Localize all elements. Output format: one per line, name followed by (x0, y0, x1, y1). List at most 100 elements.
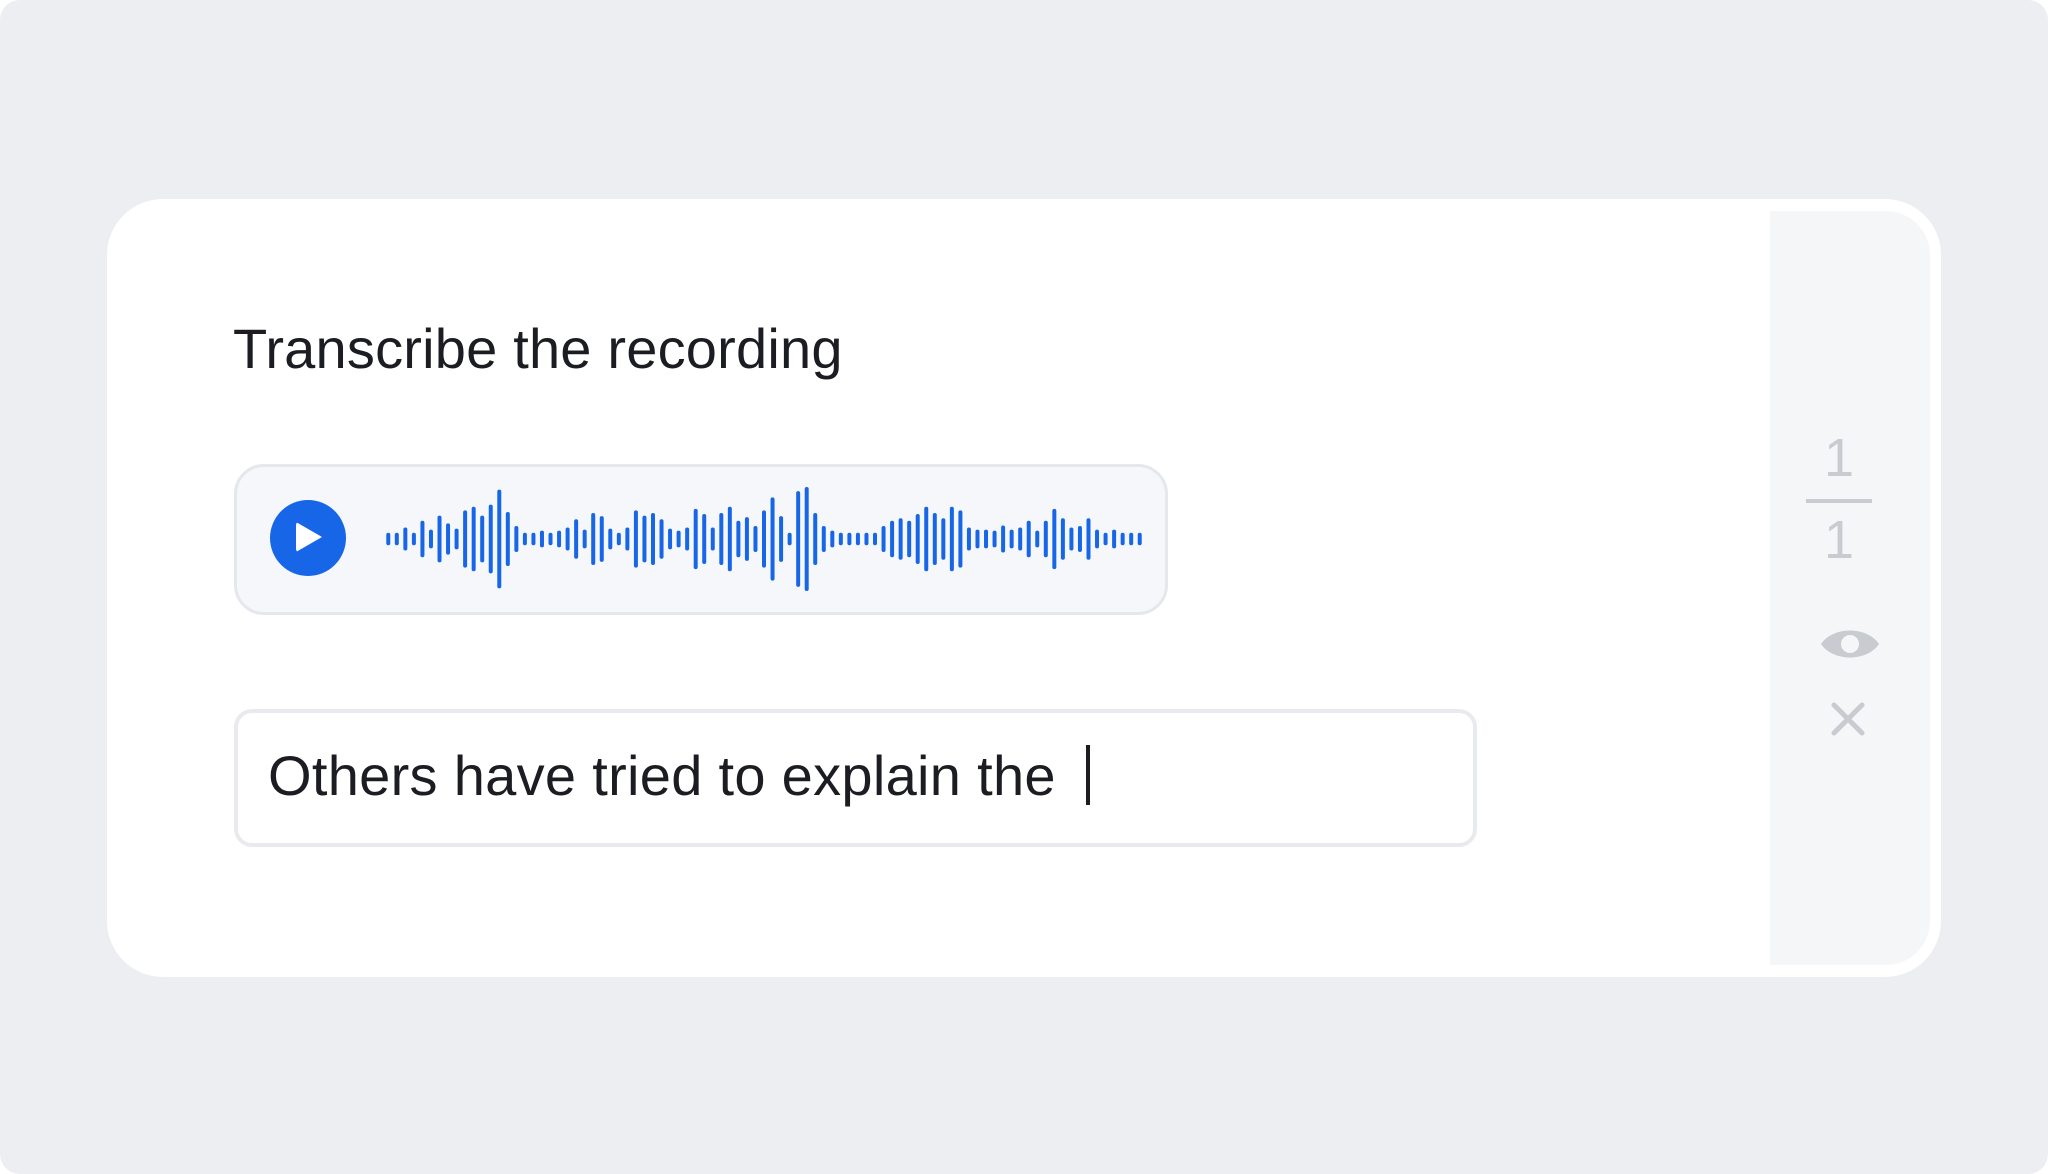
waveform-bar (813, 513, 818, 565)
waveform-bar (642, 515, 647, 563)
waveform-bar (565, 527, 570, 551)
waveform-bar (949, 506, 954, 572)
waveform-bar (1026, 520, 1031, 558)
waveform-bar (446, 523, 451, 555)
waveform-bar (719, 513, 724, 565)
waveform-bar (608, 528, 613, 550)
task-card: Transcribe the recording Others have tri… (107, 199, 1941, 977)
waveform-bar (779, 516, 784, 562)
waveform-bar (1120, 532, 1125, 546)
task-prompt: Transcribe the recording (233, 317, 843, 380)
waveform-bar (548, 532, 553, 546)
waveform-bar (650, 513, 655, 565)
waveform-bar (838, 532, 843, 546)
waveform-bar (505, 511, 510, 567)
waveform-bar (1103, 532, 1108, 546)
waveform-bar (975, 529, 980, 549)
waveform-bar (591, 513, 596, 565)
app-background: Transcribe the recording Others have tri… (0, 0, 2048, 1174)
waveform-bar (727, 506, 732, 572)
waveform-bar (531, 532, 536, 546)
waveform-bar (821, 526, 826, 552)
waveform-bar (873, 532, 878, 546)
waveform-bar (625, 527, 630, 551)
waveform-bar (386, 532, 391, 546)
waveform-bar (1095, 529, 1100, 549)
waveform-bar (1035, 530, 1040, 548)
waveform-bar (1043, 520, 1048, 558)
waveform-bar (941, 518, 946, 560)
waveform-bar (394, 532, 399, 546)
page-divider (1806, 499, 1872, 503)
waveform-bar (736, 520, 741, 558)
waveform-bar (480, 515, 485, 563)
waveform-bar (744, 517, 749, 561)
waveform-bar (574, 519, 579, 559)
waveform-bar (557, 530, 562, 548)
play-button[interactable] (270, 500, 346, 576)
audio-player (234, 464, 1168, 615)
waveform-bar (898, 518, 903, 560)
waveform-bar (659, 519, 664, 559)
waveform-bar (847, 532, 852, 546)
waveform-bar (676, 530, 681, 548)
waveform-bar (864, 532, 869, 546)
waveform-bar (1069, 527, 1074, 551)
waveform-bar (992, 530, 997, 548)
waveform-bar (497, 489, 502, 589)
waveform-bar (907, 520, 912, 558)
waveform-bar (958, 510, 963, 568)
waveform-bar (428, 529, 433, 549)
waveform-bar (693, 508, 698, 570)
waveform-bar (932, 513, 937, 565)
waveform-bar (710, 527, 715, 551)
waveform-bar (753, 526, 758, 552)
waveform-bar (522, 532, 527, 546)
transcription-input[interactable]: Others have tried to explain the (234, 709, 1477, 847)
play-icon (296, 522, 322, 552)
text-caret (1085, 745, 1090, 805)
waveform-bar (924, 506, 929, 572)
waveform-bar (830, 530, 835, 548)
waveform-bar (582, 529, 587, 549)
waveform-bar (1129, 532, 1134, 546)
page-total: 1 (1823, 510, 1855, 570)
waveform-bar (787, 532, 792, 546)
waveform-bar (770, 497, 775, 581)
waveform-bar (1060, 518, 1065, 560)
transcription-value: Others have tried to explain the (268, 744, 1072, 807)
waveform-bar (685, 527, 690, 551)
waveform-bar (488, 504, 493, 574)
waveform-bar (454, 528, 459, 550)
waveform-bar (471, 506, 476, 572)
waveform-bar (1077, 526, 1082, 552)
waveform-bar (633, 510, 638, 568)
waveform-bar (881, 526, 886, 552)
waveform-bar (1112, 529, 1117, 549)
close-icon[interactable] (1830, 701, 1866, 737)
transcription-text: Others have tried to explain the (268, 743, 1090, 808)
page-counter: 1 1 (1804, 431, 1874, 575)
waveform-bar (984, 529, 989, 549)
waveform-bar (702, 514, 707, 564)
waveform-bar (762, 510, 766, 568)
waveform-bar (1001, 525, 1006, 553)
waveform-bar (403, 527, 408, 551)
waveform-bar (915, 514, 920, 564)
waveform-bar (539, 530, 544, 548)
waveform-bar (890, 520, 895, 558)
waveform-bar (1052, 508, 1057, 570)
waveform-bar (616, 532, 621, 546)
waveform-bar (463, 510, 468, 568)
waveform-bar (1018, 527, 1023, 551)
waveform-bar (420, 520, 425, 558)
waveform-bar (966, 527, 971, 551)
waveform-bar (1009, 529, 1014, 549)
side-panel (1770, 211, 1930, 965)
audio-waveform[interactable] (384, 487, 1144, 591)
page-current: 1 (1823, 428, 1855, 488)
waveform-bar (599, 516, 604, 562)
waveform-bar (668, 528, 673, 550)
eye-icon[interactable] (1819, 623, 1881, 665)
waveform-bar (804, 487, 809, 591)
